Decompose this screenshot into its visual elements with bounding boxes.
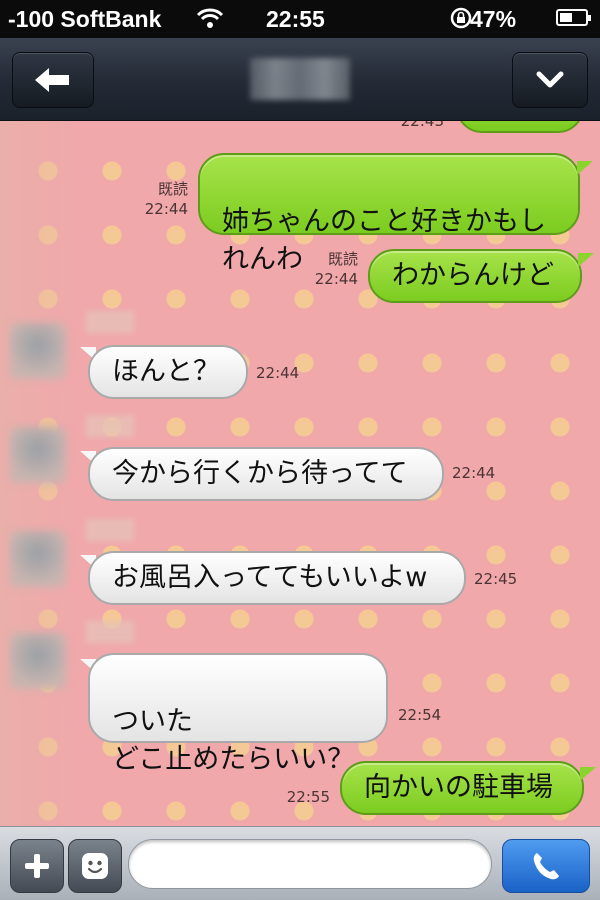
message-time: 22:54 [398, 706, 442, 724]
rotation-lock-icon [450, 6, 472, 36]
message-input[interactable] [128, 839, 492, 889]
add-button[interactable] [10, 839, 64, 893]
message-bubble-received[interactable]: ほんと？ [88, 345, 248, 399]
smiley-icon [82, 853, 108, 879]
menu-button[interactable] [512, 52, 588, 108]
message-text: ついた どこ止めたらいい？ [112, 706, 355, 775]
bubble-tail [580, 767, 596, 781]
message-time-partial: 22:43 [400, 121, 444, 130]
call-button[interactable] [502, 839, 590, 893]
message-text: わからんけど [392, 260, 554, 291]
message-bubble-sent[interactable]: 姉ちゃんのこと好きかもし れんわ [198, 153, 580, 275]
phone-icon [533, 853, 559, 880]
chat-title-pixelated [250, 58, 350, 100]
input-bar [0, 826, 600, 900]
message-meta: 既読 22:44 [290, 249, 358, 289]
message-bubble-received[interactable]: お風呂入っててもいいよw [88, 551, 466, 605]
sticker-button[interactable] [68, 839, 122, 893]
plus-icon [25, 854, 49, 878]
wifi-icon [196, 7, 224, 35]
battery-percent: 47% [470, 6, 517, 32]
chat-area[interactable]: 22:43 既読 22:44 姉ちゃんのこと好きかもし れんわ 既読 22:44… [0, 121, 600, 826]
message-meta: 既読 22:44 [120, 179, 188, 219]
read-receipt: 既読 [327, 250, 358, 268]
message-bubble-sent[interactable]: わからんけど [368, 249, 582, 303]
message-text: 向かいの駐車場 [364, 772, 553, 803]
message-time: 22:55 [286, 788, 330, 806]
chevron-down-icon [536, 71, 564, 88]
message-time: 22:44 [452, 464, 496, 482]
message-bubble-received[interactable]: ついた どこ止めたらいい？ [88, 653, 388, 775]
avatar [10, 427, 66, 483]
line-chat-screen: -100 SoftBank 22:55 47% 22:43 既読 22:44 姉… [0, 0, 600, 900]
message-bubble-received[interactable]: 今から行くから待ってて [88, 447, 444, 501]
bubble-tail [577, 161, 593, 175]
message-time: 22:44 [144, 200, 188, 218]
avatar [10, 531, 66, 587]
sender-name-pixelated [86, 415, 134, 437]
message-text: 今から行くから待ってて [112, 458, 408, 489]
avatar [10, 323, 66, 379]
message-time: 22:44 [256, 364, 300, 382]
back-button[interactable] [12, 52, 94, 108]
message-text: ほんと？ [112, 356, 220, 387]
status-bar: -100 SoftBank 22:55 47% [0, 0, 600, 38]
back-arrow-icon [35, 68, 69, 92]
clock: 22:55 [266, 6, 325, 32]
avatar [10, 633, 66, 689]
sender-name-pixelated [86, 519, 134, 541]
message-text: お風呂入っててもいいよw [112, 562, 428, 593]
battery-icon [556, 9, 591, 26]
sender-name-pixelated [86, 311, 134, 333]
nav-bar [0, 38, 600, 121]
message-time: 22:44 [314, 270, 358, 288]
bubble-tail [578, 253, 594, 267]
message-time: 22:45 [474, 570, 518, 588]
message-bubble-sent[interactable]: 向かいの駐車場 [340, 761, 584, 815]
carrier-label: -100 SoftBank [8, 6, 162, 32]
message-bubble-partial [456, 121, 584, 133]
read-receipt: 既読 [157, 180, 188, 198]
sender-name-pixelated [86, 621, 134, 643]
